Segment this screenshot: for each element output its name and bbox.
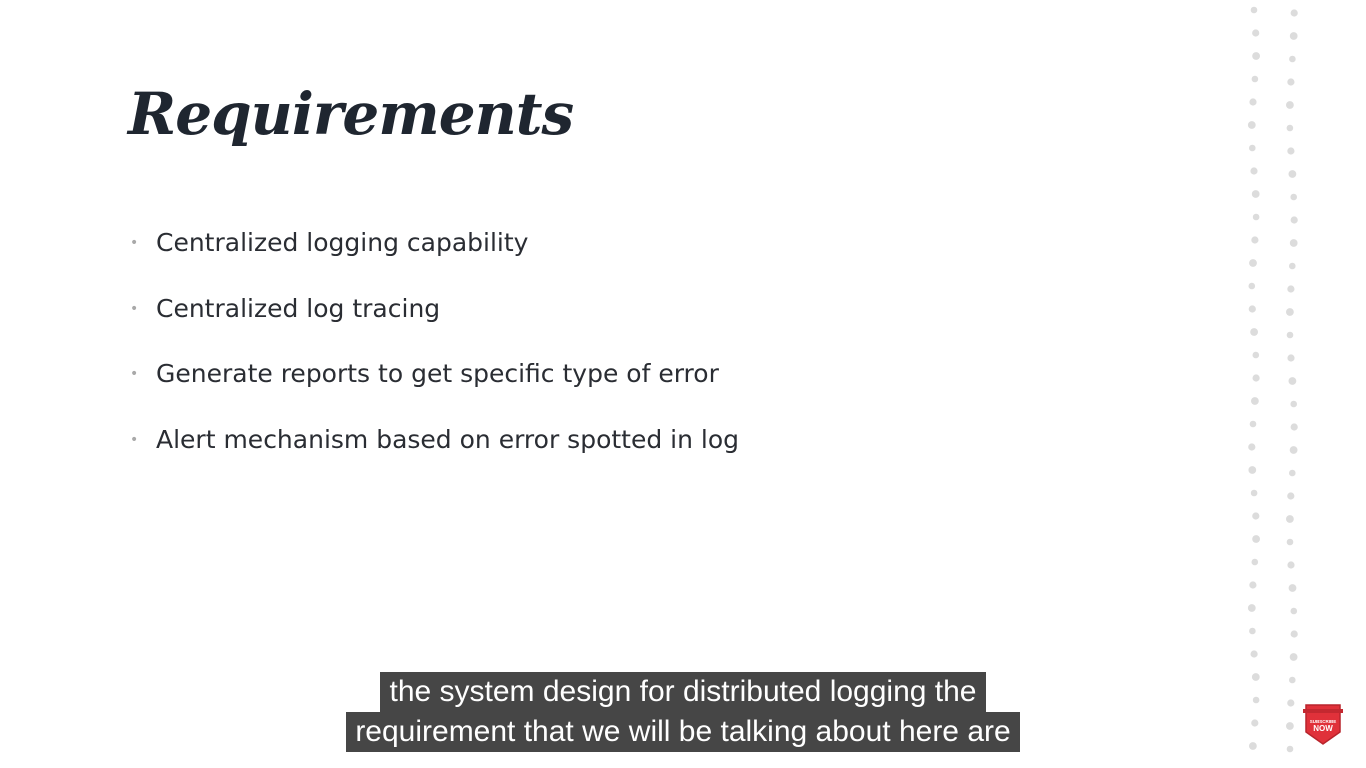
list-item-text: Centralized logging capability bbox=[156, 228, 529, 257]
decorative-dot bbox=[1250, 650, 1258, 658]
decorative-dot bbox=[1251, 397, 1259, 405]
decorative-dot bbox=[1288, 584, 1297, 592]
decorative-dot bbox=[1290, 423, 1298, 431]
badge-main-text: NOW bbox=[1313, 724, 1333, 733]
decorative-dot bbox=[1287, 561, 1295, 569]
decorative-dot bbox=[1248, 305, 1256, 313]
list-item: • Centralized log tracing bbox=[128, 290, 739, 356]
decorative-dot bbox=[1289, 239, 1298, 247]
decorative-dot bbox=[1249, 144, 1256, 152]
decorative-dot bbox=[1287, 354, 1295, 362]
decorative-dot bbox=[1286, 124, 1294, 132]
decorative-dot bbox=[1286, 538, 1294, 546]
list-item-text: Centralized log tracing bbox=[156, 293, 441, 323]
decorative-dot bbox=[1288, 377, 1297, 385]
bullet-icon: • bbox=[130, 431, 139, 448]
decorative-dot bbox=[1252, 351, 1260, 359]
list-item-text: Generate reports to get specific type of… bbox=[156, 359, 719, 388]
decorative-dot bbox=[1248, 466, 1257, 474]
decorative-dot bbox=[1250, 328, 1258, 336]
decorative-dot bbox=[1252, 374, 1260, 382]
caption-line: the system design for distributed loggin… bbox=[380, 672, 986, 712]
decorative-dot bbox=[1251, 190, 1260, 198]
decorative-dot bbox=[1250, 489, 1258, 497]
decorative-dot bbox=[1250, 6, 1258, 14]
decorative-dot bbox=[1290, 216, 1298, 224]
decorative-dot bbox=[1249, 259, 1257, 267]
decorative-dot bbox=[1249, 581, 1257, 589]
decorative-dot bbox=[1286, 308, 1294, 316]
presentation-slide: Requirements • Centralized logging capab… bbox=[0, 0, 1366, 768]
decorative-dot bbox=[1287, 78, 1295, 86]
decorative-dot bbox=[1252, 213, 1260, 221]
bullet-icon: • bbox=[130, 235, 139, 251]
closed-captions: the system design for distributed loggin… bbox=[0, 672, 1366, 752]
requirements-list: • Centralized logging capability • Centr… bbox=[128, 224, 739, 486]
list-item: • Alert mechanism based on error spotted… bbox=[128, 421, 739, 487]
decorative-dot bbox=[1248, 443, 1256, 451]
decorative-dot bbox=[1251, 236, 1259, 244]
decorative-dot bbox=[1286, 101, 1294, 109]
decorative-dot bbox=[1249, 420, 1257, 428]
bullet-icon: • bbox=[130, 300, 139, 317]
decorative-dot bbox=[1290, 193, 1297, 201]
decorative-dot bbox=[1252, 512, 1260, 520]
decorative-dot bbox=[1250, 167, 1258, 175]
decorative-dot bbox=[1288, 170, 1297, 178]
decorative-dot bbox=[1252, 52, 1260, 60]
decorative-dot bbox=[1249, 627, 1256, 635]
decorative-dot bbox=[1290, 9, 1298, 17]
decorative-dot bbox=[1249, 98, 1257, 106]
decorative-dot bbox=[1289, 446, 1298, 454]
decorative-dot bbox=[1286, 331, 1294, 339]
decorative-dot bbox=[1287, 285, 1295, 293]
decorative-dot bbox=[1290, 400, 1297, 408]
dotted-border-decoration bbox=[1247, 6, 1298, 753]
decorative-dot bbox=[1247, 604, 1256, 612]
decorative-dot bbox=[1289, 653, 1298, 661]
slide-title: Requirements bbox=[128, 80, 574, 148]
decorative-dot bbox=[1287, 147, 1295, 155]
decorative-dot bbox=[1287, 492, 1295, 500]
decorative-dot bbox=[1289, 262, 1296, 270]
caption-line: requirement that we will be talking abou… bbox=[346, 712, 1020, 752]
bullet-icon: • bbox=[130, 366, 139, 382]
decorative-dot bbox=[1251, 558, 1259, 566]
decorative-dot bbox=[1252, 29, 1260, 37]
decorative-dot bbox=[1248, 282, 1256, 290]
decorative-dot bbox=[1286, 515, 1294, 523]
decorative-dot bbox=[1290, 630, 1298, 638]
list-item: • Centralized logging capability bbox=[128, 224, 739, 290]
list-item-text: Alert mechanism based on error spotted i… bbox=[156, 424, 740, 454]
decorative-dot bbox=[1251, 75, 1259, 83]
decorative-dot bbox=[1247, 121, 1256, 129]
subscribe-badge-icon[interactable]: SUBSCRIBE NOW bbox=[1302, 702, 1344, 746]
decorative-dot bbox=[1289, 32, 1298, 40]
decorative-dot bbox=[1290, 607, 1298, 615]
decorative-dot bbox=[1289, 55, 1296, 63]
decorative-dot bbox=[1252, 535, 1260, 543]
list-item: • Generate reports to get specific type … bbox=[128, 355, 739, 421]
decorative-dot bbox=[1289, 469, 1296, 477]
